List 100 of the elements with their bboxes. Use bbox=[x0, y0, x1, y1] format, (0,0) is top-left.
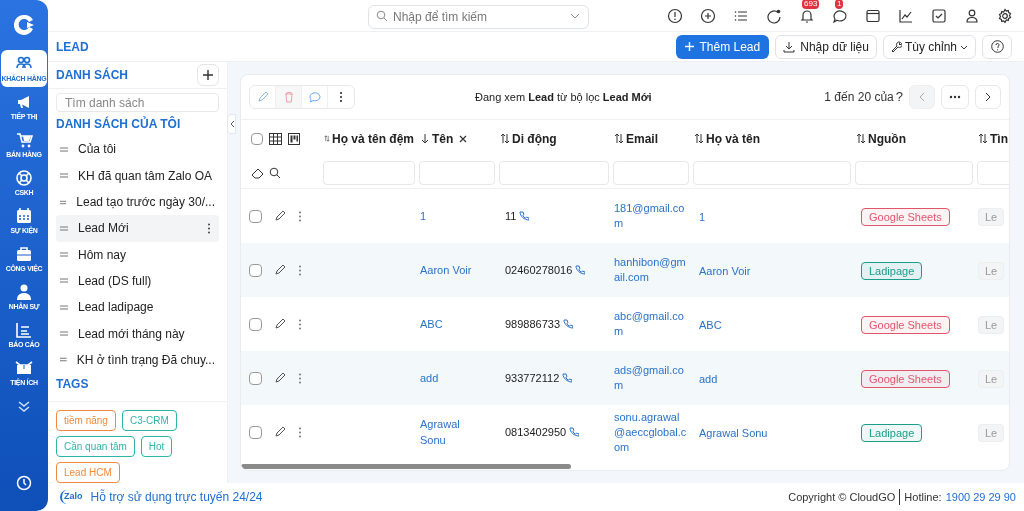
help-button[interactable] bbox=[982, 34, 1012, 59]
column-header[interactable]: Tìn bbox=[990, 129, 1008, 148]
tag[interactable]: tiềm năng bbox=[56, 410, 116, 431]
kebab-icon[interactable] bbox=[298, 318, 302, 330]
column-header[interactable]: Họ và tên bbox=[706, 129, 760, 148]
column-header[interactable]: Tên bbox=[432, 129, 454, 148]
email-link[interactable]: abc@gmail.com bbox=[614, 309, 688, 339]
pencil-icon[interactable] bbox=[274, 426, 286, 438]
column-filter-field[interactable] bbox=[499, 160, 609, 185]
support-link[interactable]: Hỗ trợ sử dụng trực tuyến 24/24 bbox=[90, 488, 263, 506]
name-link[interactable]: Aaron Voir bbox=[420, 261, 480, 279]
name-link[interactable]: ABC bbox=[420, 315, 480, 333]
pencil-icon[interactable] bbox=[274, 210, 286, 222]
name-link[interactable]: ABC bbox=[699, 319, 722, 331]
close-icon[interactable] bbox=[459, 134, 468, 143]
row-checkbox[interactable] bbox=[249, 425, 262, 439]
list-item[interactable]: Lead Mới bbox=[56, 215, 219, 242]
name-link[interactable]: add bbox=[420, 369, 480, 387]
name-link[interactable]: Aaron Voir bbox=[699, 265, 751, 277]
phone-icon[interactable] bbox=[563, 319, 574, 329]
name-link[interactable]: 1 bbox=[699, 211, 706, 223]
list-item[interactable]: Lead mới tháng này bbox=[56, 320, 219, 347]
search-icon[interactable] bbox=[269, 166, 281, 179]
clock-icon[interactable] bbox=[16, 475, 32, 491]
list-item[interactable]: Lead (DS full) bbox=[56, 267, 219, 295]
sort-icon[interactable] bbox=[500, 133, 510, 144]
email-link[interactable]: sonu.agrawal@aeccglobal.com bbox=[614, 409, 688, 455]
tag[interactable]: Lead HCM bbox=[56, 462, 120, 483]
list-item[interactable]: KH ở tình trạng Đã chuy... bbox=[56, 346, 219, 373]
column-filter-field[interactable] bbox=[855, 160, 973, 185]
pencil-icon[interactable] bbox=[274, 372, 286, 384]
name-link[interactable]: Agrawal Sonu bbox=[699, 427, 768, 439]
row-checkbox[interactable] bbox=[249, 209, 262, 223]
name-link[interactable]: add bbox=[699, 373, 718, 385]
hotline-link[interactable]: 1900 29 29 90 bbox=[945, 488, 1016, 506]
box-icon bbox=[15, 359, 33, 377]
name-link[interactable]: Agrawal Sonu bbox=[420, 415, 480, 449]
kebab-icon[interactable] bbox=[298, 210, 302, 222]
pencil-icon bbox=[256, 91, 269, 103]
list-item[interactable]: Hôm nay bbox=[56, 241, 219, 268]
phone-icon[interactable] bbox=[519, 211, 530, 221]
hotline-label: Hotline: bbox=[904, 489, 942, 505]
status-badge: Le bbox=[978, 316, 1005, 334]
email-link[interactable]: hanhibon@gmail.com bbox=[614, 255, 688, 285]
pencil-icon[interactable] bbox=[274, 318, 286, 330]
settings-icon bbox=[997, 7, 1013, 24]
list-item[interactable]: Của tôi bbox=[56, 136, 219, 163]
trash-icon bbox=[282, 91, 295, 103]
eraser-icon[interactable] bbox=[251, 166, 265, 179]
column-filter-field[interactable] bbox=[323, 160, 415, 185]
column-filter-field[interactable] bbox=[419, 160, 495, 185]
horizontal-scrollbar[interactable] bbox=[241, 464, 571, 469]
sort-icon[interactable] bbox=[694, 133, 704, 144]
kanban-icon[interactable] bbox=[288, 132, 300, 145]
row-checkbox[interactable] bbox=[249, 317, 262, 331]
select-all-checkbox[interactable] bbox=[251, 132, 263, 145]
pencil-icon[interactable] bbox=[274, 264, 286, 276]
kebab-icon[interactable] bbox=[298, 426, 302, 438]
sort-icon[interactable] bbox=[978, 133, 988, 144]
row-checkbox[interactable] bbox=[249, 371, 262, 385]
double-chevron-icon[interactable] bbox=[17, 399, 31, 413]
name-link[interactable]: 1 bbox=[420, 207, 480, 225]
phone-icon[interactable] bbox=[562, 373, 573, 383]
column-header[interactable]: Di động bbox=[512, 129, 557, 148]
phone-icon[interactable] bbox=[569, 427, 580, 437]
kebab-icon[interactable] bbox=[298, 372, 302, 384]
kebab-icon[interactable] bbox=[298, 264, 302, 276]
table-icon[interactable] bbox=[269, 132, 282, 145]
column-header[interactable]: Email bbox=[626, 129, 658, 148]
sort-icon[interactable] bbox=[856, 133, 866, 144]
customize-dropdown[interactable]: Tùy chỉnh bbox=[882, 34, 976, 59]
list-search-field[interactable]: Tìm danh sách bbox=[56, 93, 219, 113]
add-list-button[interactable] bbox=[197, 64, 219, 86]
email-link[interactable]: ads@gmail.com bbox=[614, 363, 688, 393]
tag[interactable]: Cần quan tâm bbox=[56, 436, 135, 457]
bell-icon bbox=[799, 7, 815, 24]
email-link[interactable]: 181@gmail.com bbox=[614, 201, 688, 231]
list-item[interactable]: Lead tạo trước ngày 30/... bbox=[56, 188, 219, 216]
add-lead-button[interactable]: Thêm Lead bbox=[675, 34, 770, 59]
calendar-icon bbox=[15, 207, 33, 225]
import-button[interactable]: Nhập dữ liệu bbox=[775, 34, 877, 59]
add-icon bbox=[700, 7, 716, 24]
tag[interactable]: C3-CRM bbox=[121, 410, 177, 431]
table-cell-text: 989886733 bbox=[505, 316, 561, 332]
column-filter-field[interactable] bbox=[613, 160, 689, 185]
row-checkbox[interactable] bbox=[249, 263, 262, 277]
lifebuoy-icon bbox=[15, 169, 33, 187]
list-item[interactable]: KH đã quan tâm Zalo OA bbox=[56, 162, 219, 189]
page-title: LEAD bbox=[56, 38, 89, 56]
list-item[interactable]: Lead ladipage bbox=[56, 294, 219, 321]
search-field[interactable]: Nhập để tìm kiếm bbox=[368, 4, 589, 29]
sort-icon[interactable] bbox=[614, 133, 624, 144]
pagination-help[interactable]: ? bbox=[895, 87, 903, 107]
phone-icon[interactable] bbox=[575, 265, 586, 275]
arrow-down-icon[interactable] bbox=[420, 133, 430, 144]
column-header[interactable]: Họ và tên đệm bbox=[331, 129, 414, 148]
column-filter-field[interactable] bbox=[693, 160, 851, 185]
drag-handle-icon bbox=[60, 357, 67, 363]
kebab-icon[interactable] bbox=[207, 222, 211, 234]
column-header[interactable]: Nguồn bbox=[868, 129, 906, 148]
